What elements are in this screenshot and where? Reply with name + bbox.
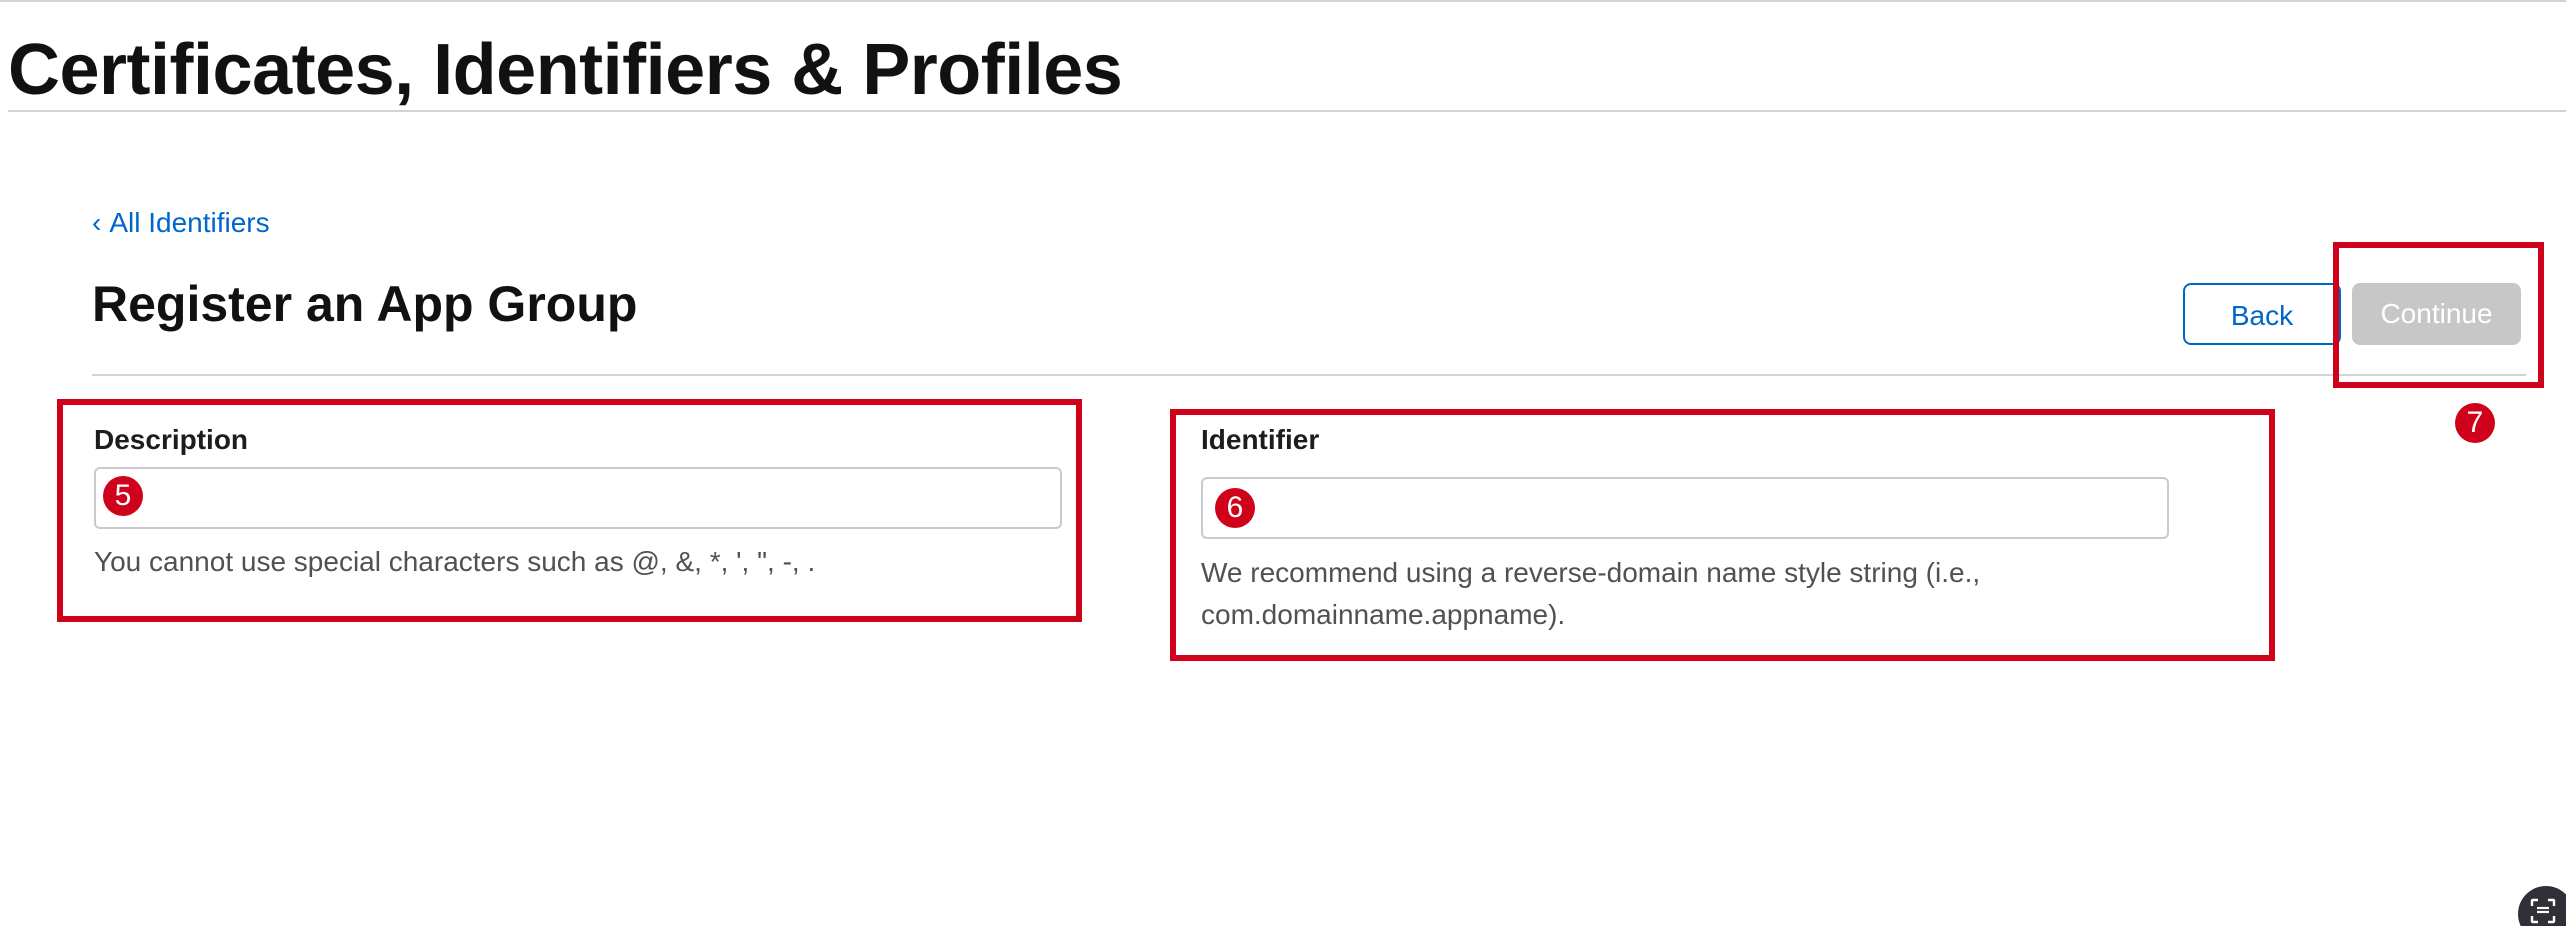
back-button[interactable]: Back: [2183, 283, 2341, 345]
description-help-text: You cannot use special characters such a…: [94, 546, 816, 577]
identifier-input[interactable]: [1201, 477, 2169, 539]
all-identifiers-link-label: All Identifiers: [109, 207, 270, 238]
screen-capture-icon[interactable]: [2518, 886, 2566, 926]
continue-button[interactable]: Continue: [2352, 283, 2521, 345]
annotation-marker-6: 6: [1215, 488, 1255, 528]
description-label: Description: [94, 424, 249, 455]
chevron-left-icon: ‹: [92, 207, 102, 238]
header-divider: [8, 110, 2566, 112]
identifier-label: Identifier: [1201, 424, 1320, 455]
annotation-marker-7: 7: [2455, 403, 2495, 443]
annotation-marker-5: 5: [103, 476, 143, 516]
all-identifiers-link[interactable]: ‹ All Identifiers: [92, 205, 270, 241]
page-header-title: Certificates, Identifiers & Profiles: [8, 30, 1123, 110]
description-input[interactable]: [94, 467, 1062, 529]
identifier-help-text: We recommend using a reverse-domain name…: [1201, 557, 1981, 630]
section-divider: [92, 374, 2526, 376]
top-divider: [0, 0, 2566, 2]
section-title: Register an App Group: [92, 276, 638, 332]
